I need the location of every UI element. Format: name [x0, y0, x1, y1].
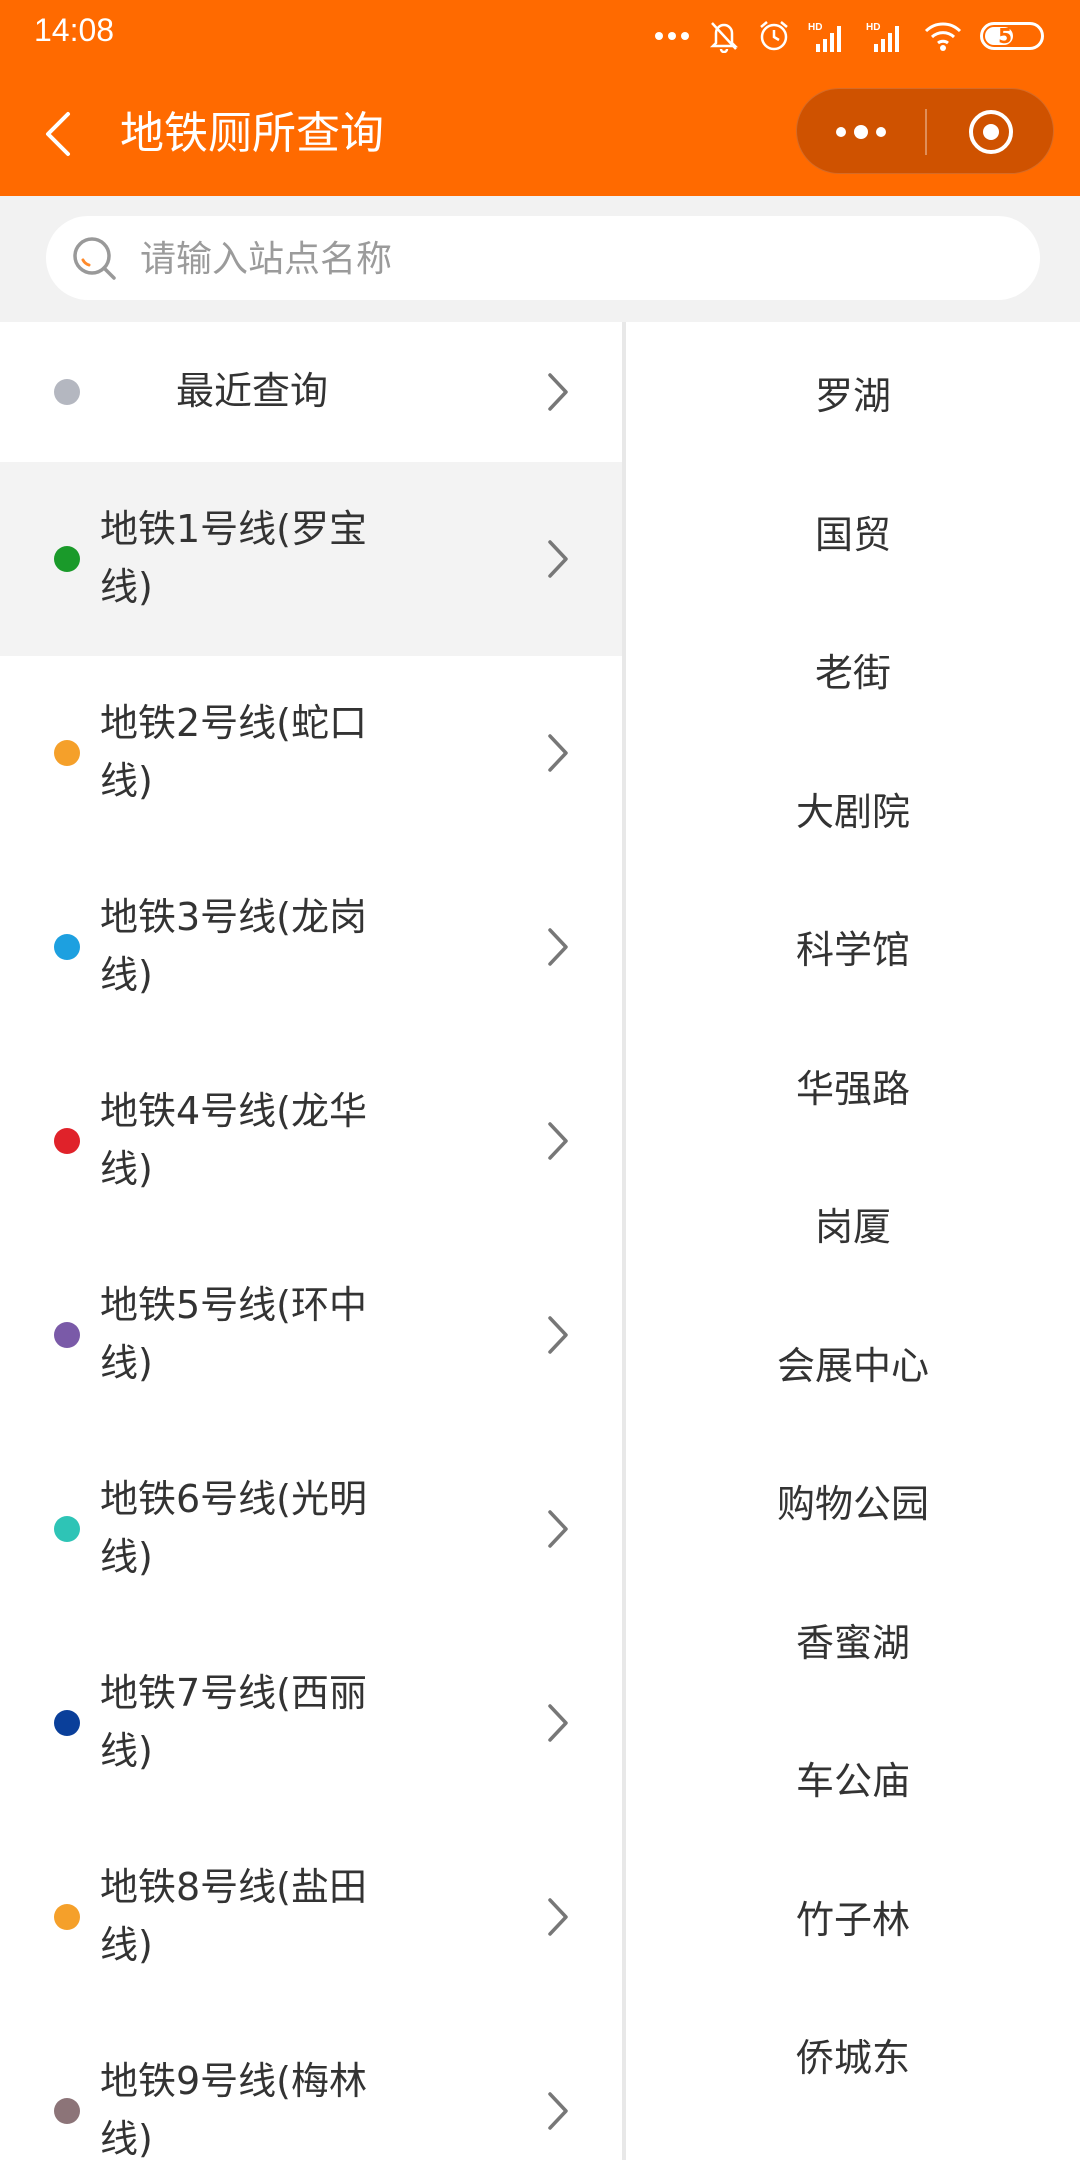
line-color-dot [54, 934, 80, 960]
svg-text:HD: HD [866, 22, 880, 33]
line-label: 地铁5号线(环中线) [100, 1283, 368, 1385]
station-list: 罗湖 国贸 老街 大剧院 科学馆 华强路 岗厦 会展中心 购物公园 香蜜湖 车公庙 竹子林 侨城东 [626, 322, 1080, 2160]
station-item[interactable]: 华强路 [626, 1016, 1080, 1155]
line-color-dot [54, 2098, 80, 2124]
station-item[interactable]: 国贸 [626, 462, 1080, 601]
more-dots-icon [654, 31, 690, 41]
line-color-dot [54, 1904, 80, 1930]
station-item[interactable]: 科学馆 [626, 878, 1080, 1017]
line-item[interactable]: 地铁7号线(西丽线) [0, 1626, 622, 1820]
chevron-right-icon [548, 1122, 568, 1160]
search-area [0, 196, 1080, 322]
close-button[interactable] [927, 89, 1055, 175]
line-item[interactable]: 地铁8号线(盐田线) [0, 1820, 622, 2014]
chevron-right-icon [548, 1898, 568, 1936]
line-label: 地铁3号线(龙岗线) [100, 895, 368, 997]
line-label: 地铁8号线(盐田线) [100, 1865, 368, 1967]
battery-icon: 52 [980, 22, 1044, 50]
status-bar: 14:08 HD HD 52 [0, 0, 1080, 72]
mute-bell-icon [708, 19, 740, 53]
mini-program-capsule [796, 88, 1054, 174]
more-button[interactable] [797, 89, 925, 175]
station-item[interactable]: 竹子林 [626, 1847, 1080, 1986]
line-color-dot [54, 1322, 80, 1348]
line-color-dot [54, 1710, 80, 1736]
battery-level: 52 [998, 24, 1026, 48]
line-color-dot [54, 1128, 80, 1154]
nav-bar: 地铁厕所查询 [0, 72, 1080, 196]
line-label: 地铁1号线(罗宝线) [100, 507, 368, 609]
chevron-right-icon [548, 928, 568, 966]
line-color-dot [54, 740, 80, 766]
page-title: 地铁厕所查询 [120, 108, 384, 159]
line-color-dot [54, 546, 80, 572]
line-label: 地铁7号线(西丽线) [100, 1671, 368, 1773]
line-label: 地铁6号线(光明线) [100, 1477, 368, 1579]
station-item[interactable]: 车公庙 [626, 1709, 1080, 1848]
chevron-right-icon [548, 1510, 568, 1548]
line-label: 最近查询 [176, 369, 329, 413]
line-item[interactable]: 地铁5号线(环中线) [0, 1238, 622, 1432]
signal-hd-icon-2: HD [866, 20, 906, 52]
line-list: 最近查询地铁1号线(罗宝线) 地铁2号线(蛇口线) 地铁3号线(龙岗线) 地铁4号线(… [0, 322, 622, 2160]
station-item[interactable]: 侨城东 [626, 1986, 1080, 2125]
wifi-icon [924, 21, 962, 51]
line-item[interactable]: 地铁9号线(梅林线) [0, 2014, 622, 2160]
svg-text:HD: HD [808, 22, 822, 33]
line-item[interactable]: 地铁1号线(罗宝线) [0, 462, 622, 656]
line-label: 地铁9号线(梅林线) [100, 2059, 368, 2160]
chevron-right-icon [548, 373, 568, 411]
line-color-dot [54, 1516, 80, 1542]
chevron-right-icon [548, 734, 568, 772]
station-item[interactable]: 岗厦 [626, 1155, 1080, 1294]
search-icon [73, 237, 116, 280]
status-icons: HD HD 52 [654, 16, 1044, 56]
line-item[interactable]: 地铁3号线(龙岗线) [0, 850, 622, 1044]
station-item[interactable]: 香蜜湖 [626, 1570, 1080, 1709]
line-item[interactable]: 地铁2号线(蛇口线) [0, 656, 622, 850]
chevron-right-icon [548, 540, 568, 578]
back-button[interactable] [36, 108, 88, 160]
alarm-icon [758, 19, 790, 53]
line-label: 地铁2号线(蛇口线) [100, 701, 368, 803]
chevron-right-icon [548, 2092, 568, 2130]
line-label: 地铁4号线(龙华线) [100, 1089, 368, 1191]
recent-query-item[interactable]: 最近查询 [0, 322, 622, 462]
search-input[interactable] [138, 216, 1002, 302]
chevron-right-icon [548, 1316, 568, 1354]
line-item[interactable]: 地铁4号线(龙华线) [0, 1044, 622, 1238]
more-icon [836, 125, 886, 139]
chevron-right-icon [548, 1704, 568, 1742]
status-time: 14:08 [34, 12, 115, 48]
station-item[interactable]: 大剧院 [626, 739, 1080, 878]
back-arrow-icon [46, 112, 70, 156]
station-item[interactable]: 罗湖 [626, 322, 1080, 462]
station-item[interactable]: 会展中心 [626, 1293, 1080, 1432]
station-item[interactable]: 老街 [626, 601, 1080, 740]
line-color-dot [54, 379, 80, 405]
station-item[interactable]: 购物公园 [626, 1432, 1080, 1571]
target-close-icon [969, 110, 1013, 154]
search-box[interactable] [46, 216, 1040, 302]
signal-hd-icon: HD [808, 20, 848, 52]
line-item[interactable]: 地铁6号线(光明线) [0, 1432, 622, 1626]
